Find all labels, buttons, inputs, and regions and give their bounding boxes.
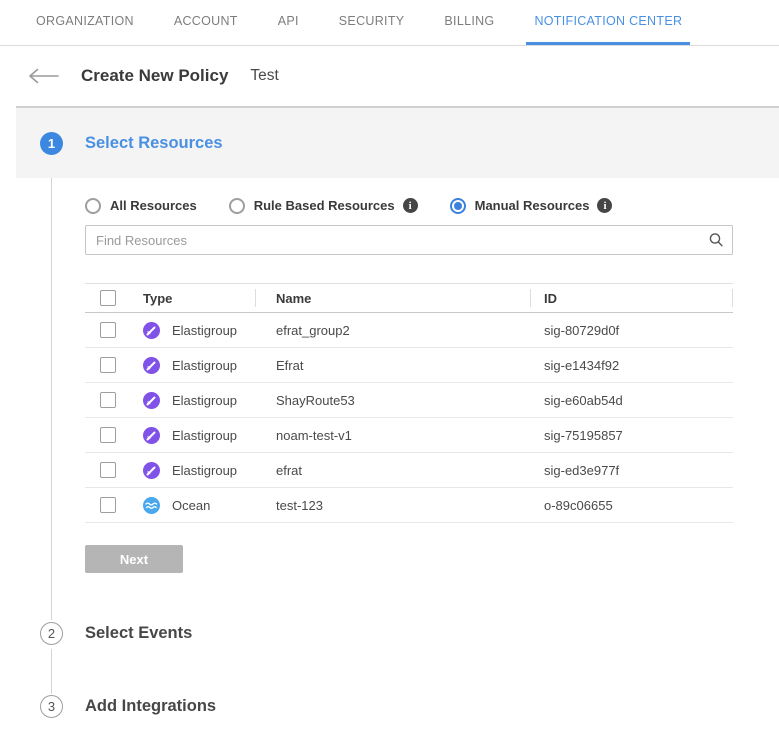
resource-type: Elastigroup <box>172 358 237 373</box>
back-arrow-icon <box>27 67 59 85</box>
step-2-badge: 2 <box>40 622 63 645</box>
resource-name: ShayRoute53 <box>256 393 531 408</box>
resource-type: Elastigroup <box>172 428 237 443</box>
resource-name: test-123 <box>256 498 531 513</box>
tab-api[interactable]: API <box>270 0 307 45</box>
search-input[interactable] <box>85 225 733 255</box>
radio-manual-resources-label: Manual Resources <box>475 198 590 213</box>
ocean-icon <box>143 497 160 514</box>
step-2-label: Select Events <box>85 624 192 643</box>
resource-id: o-89c06655 <box>531 498 733 513</box>
table-row[interactable]: Elastigroup Efrat sig-e1434f92 <box>85 348 733 383</box>
notification-center-page: ORGANIZATION ACCOUNT API SECURITY BILLIN… <box>0 0 779 744</box>
table-header-row: Type Name ID <box>85 283 733 313</box>
elastigroup-icon <box>143 392 160 409</box>
back-button[interactable] <box>27 67 59 85</box>
resource-name: Efrat <box>256 358 531 373</box>
row-checkbox[interactable] <box>100 322 116 338</box>
resource-filter-row: All Resources Rule Based Resources Manua… <box>85 197 733 214</box>
page-title: Create New Policy <box>81 66 228 86</box>
select-all-checkbox[interactable] <box>100 290 116 306</box>
elastigroup-icon <box>143 427 160 444</box>
table-row[interactable]: Elastigroup noam-test-v1 sig-75195857 <box>85 418 733 453</box>
step-connector-1-2 <box>51 158 52 620</box>
radio-circle-icon[interactable] <box>229 198 245 214</box>
column-header-type: Type <box>133 289 256 307</box>
step-connector-2-3 <box>51 649 52 694</box>
resource-name: efrat_group2 <box>256 323 531 338</box>
info-icon[interactable] <box>597 198 612 213</box>
elastigroup-icon <box>143 357 160 374</box>
radio-all-resources[interactable]: All Resources <box>85 198 197 214</box>
search-icon[interactable] <box>708 232 724 253</box>
next-button[interactable]: Next <box>85 545 183 573</box>
resource-name: noam-test-v1 <box>256 428 531 443</box>
resource-search <box>85 225 733 255</box>
resource-type: Ocean <box>172 498 210 513</box>
step-3-badge: 3 <box>40 695 63 718</box>
radio-rule-based-resources-label: Rule Based Resources <box>254 198 395 213</box>
elastigroup-icon <box>143 462 160 479</box>
tab-notification-center[interactable]: NOTIFICATION CENTER <box>526 0 690 45</box>
resource-id: sig-ed3e977f <box>531 463 733 478</box>
tab-account[interactable]: ACCOUNT <box>166 0 246 45</box>
resource-type: Elastigroup <box>172 393 237 408</box>
column-header-name: Name <box>256 289 531 307</box>
table-row[interactable]: Elastigroup efrat_group2 sig-80729d0f <box>85 313 733 348</box>
resource-id: sig-80729d0f <box>531 323 733 338</box>
step-2-header[interactable]: 2 Select Events <box>40 622 192 645</box>
row-checkbox[interactable] <box>100 427 116 443</box>
policy-name: Test <box>250 67 278 85</box>
radio-all-resources-label: All Resources <box>110 198 197 213</box>
row-checkbox[interactable] <box>100 392 116 408</box>
resource-type: Elastigroup <box>172 323 237 338</box>
info-icon[interactable] <box>403 198 418 213</box>
resources-table: Type Name ID Elastigroup efrat_gr <box>85 283 733 523</box>
step-1-badge: 1 <box>40 132 63 155</box>
resource-id: sig-75195857 <box>531 428 733 443</box>
table-row[interactable]: Elastigroup efrat sig-ed3e977f <box>85 453 733 488</box>
top-navbar: ORGANIZATION ACCOUNT API SECURITY BILLIN… <box>0 0 779 46</box>
resource-id: sig-e60ab54d <box>531 393 733 408</box>
resource-name: efrat <box>256 463 531 478</box>
row-checkbox[interactable] <box>100 497 116 513</box>
radio-circle-icon[interactable] <box>450 198 466 214</box>
table-row[interactable]: Elastigroup ShayRoute53 sig-e60ab54d <box>85 383 733 418</box>
radio-circle-icon[interactable] <box>85 198 101 214</box>
row-checkbox[interactable] <box>100 357 116 373</box>
tab-billing[interactable]: BILLING <box>436 0 502 45</box>
column-header-id: ID <box>531 289 733 307</box>
select-resources-panel: All Resources Rule Based Resources Manua… <box>85 197 733 573</box>
page-header: Create New Policy Test <box>0 46 779 106</box>
tab-organization[interactable]: ORGANIZATION <box>28 0 142 45</box>
elastigroup-icon <box>143 322 160 339</box>
resource-type: Elastigroup <box>172 463 237 478</box>
table-row[interactable]: Ocean test-123 o-89c06655 <box>85 488 733 523</box>
step-1-label: Select Resources <box>85 134 223 153</box>
table-body: Elastigroup efrat_group2 sig-80729d0f El… <box>85 313 733 523</box>
radio-manual-resources[interactable]: Manual Resources <box>450 198 613 214</box>
step-3-header[interactable]: 3 Add Integrations <box>40 695 216 718</box>
radio-rule-based-resources[interactable]: Rule Based Resources <box>229 198 418 214</box>
step-1-header: 1 Select Resources <box>16 106 779 178</box>
row-checkbox[interactable] <box>100 462 116 478</box>
tab-security[interactable]: SECURITY <box>331 0 413 45</box>
step-3-label: Add Integrations <box>85 697 216 716</box>
resource-id: sig-e1434f92 <box>531 358 733 373</box>
